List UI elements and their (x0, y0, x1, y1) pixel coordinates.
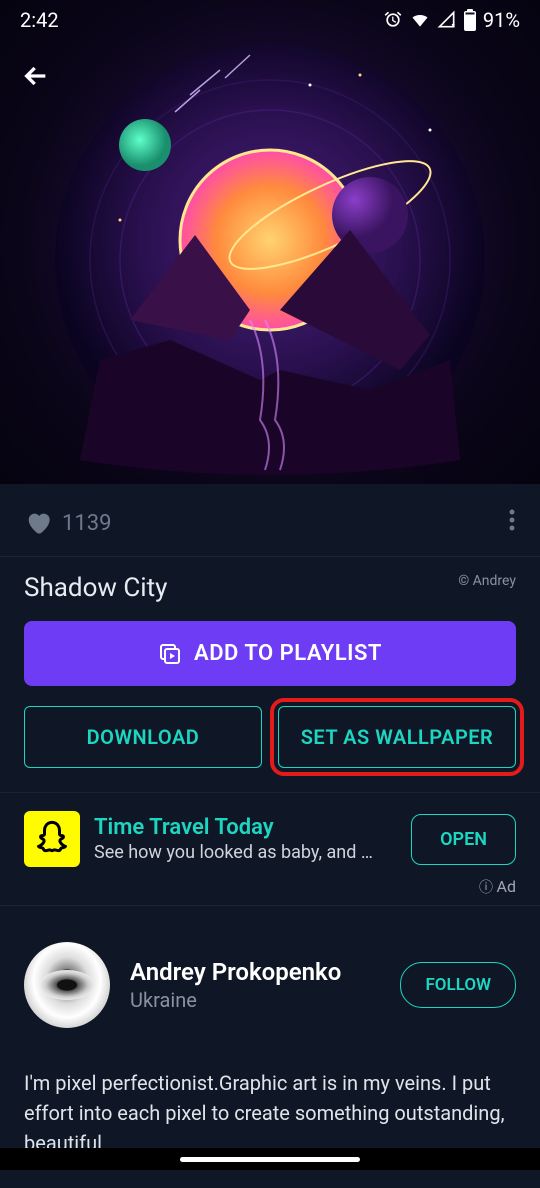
ad-title: Time Travel Today (94, 815, 397, 840)
ad-label: Ad (0, 877, 540, 906)
more-menu[interactable] (508, 508, 516, 538)
author-row: Andrey Prokopenko Ukraine FOLLOW (0, 906, 540, 1048)
nav-bar (0, 1148, 540, 1170)
follow-button[interactable]: FOLLOW (400, 962, 516, 1008)
action-buttons: DOWNLOAD SET AS WALLPAPER (0, 706, 540, 793)
back-button[interactable] (20, 60, 52, 100)
snapchat-icon (32, 819, 72, 859)
follow-label: FOLLOW (425, 975, 491, 995)
battery-icon (463, 9, 477, 31)
likes-count[interactable]: 1139 (24, 509, 111, 537)
status-bar: 2:42 91% (0, 0, 540, 36)
arrow-left-icon (20, 60, 52, 92)
alarm-icon (383, 10, 403, 30)
ad-open-label: OPEN (440, 829, 487, 850)
likes-row: 1139 (0, 484, 540, 557)
wallpaper-title: Shadow City (24, 573, 167, 603)
signal-icon (437, 10, 457, 30)
author-info: Andrey Prokopenko Ukraine (130, 958, 380, 1012)
likes-number: 1139 (62, 511, 111, 536)
ad-app-icon (24, 811, 80, 867)
author-name: Andrey Prokopenko (130, 958, 380, 986)
ad-row[interactable]: Time Travel Today See how you looked as … (0, 793, 540, 877)
heart-icon (24, 509, 52, 537)
set-wallpaper-label: SET AS WALLPAPER (301, 725, 494, 749)
add-to-playlist-button[interactable]: ADD TO PLAYLIST (24, 621, 516, 686)
set-wallpaper-button[interactable]: SET AS WALLPAPER (278, 706, 516, 768)
title-row: Shadow City © Andrey (0, 557, 540, 621)
dots-vertical-icon (508, 508, 516, 532)
battery-percent: 91% (483, 8, 520, 32)
ad-text: Time Travel Today See how you looked as … (94, 815, 397, 863)
author-avatar[interactable] (24, 942, 110, 1028)
playlist-label: ADD TO PLAYLIST (194, 641, 382, 666)
playlist-icon (158, 642, 182, 666)
wifi-icon (409, 10, 431, 30)
wallpaper-artwork (50, 40, 490, 480)
author-location: Ukraine (130, 988, 380, 1012)
download-label: DOWNLOAD (87, 725, 200, 749)
download-button[interactable]: DOWNLOAD (24, 706, 262, 768)
status-icons: 91% (383, 8, 520, 32)
ad-open-button[interactable]: OPEN (411, 814, 516, 865)
ad-subtitle: See how you looked as baby, and how y… (94, 842, 374, 863)
wallpaper-hero (0, 0, 540, 484)
copyright: © Andrey (458, 573, 516, 589)
nav-indicator[interactable] (180, 1157, 360, 1162)
status-time: 2:42 (20, 8, 59, 32)
